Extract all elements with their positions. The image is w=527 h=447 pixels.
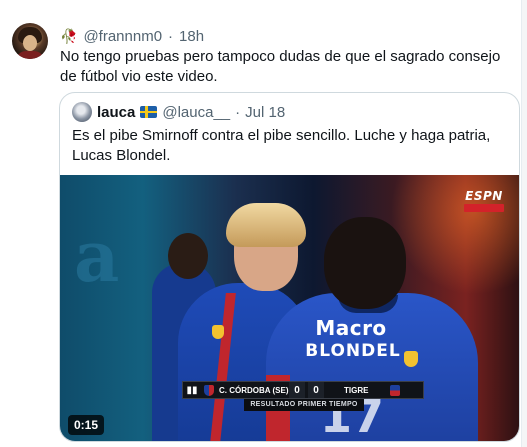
sweden-flag-icon — [140, 106, 158, 118]
avatar-face — [23, 35, 37, 51]
quoted-avatar — [72, 102, 92, 122]
home-score: 0 — [289, 382, 305, 398]
avatar[interactable] — [12, 23, 48, 59]
background-player-head — [168, 233, 208, 279]
home-crest-icon — [204, 384, 214, 396]
quoted-tweet-header: lauca @lauca__ · Jul 18 — [72, 102, 286, 122]
video-player[interactable]: a Macro BLONDEL 17 ESPN ▮▮ C. CÓRDOBA (S… — [60, 175, 519, 441]
away-score: 0 — [308, 382, 324, 398]
scoreboard-period: RESULTADO PRIMER TIEMPO — [244, 399, 364, 411]
stadium-background-text: a — [74, 215, 120, 298]
jersey-sponsor: Macro — [315, 316, 387, 340]
separator-dot: · — [168, 27, 174, 45]
tweet-header: 🥀 @frannnm0 · 18h — [60, 27, 204, 45]
column-divider — [521, 0, 522, 447]
scoreboard-row: ▮▮ C. CÓRDOBA (SE) 0 0 TIGRE — [182, 381, 424, 399]
wilted-flower-icon: 🥀 — [60, 28, 78, 44]
broadcaster-badge — [464, 204, 504, 212]
timeline-panel: 🥀 @frannnm0 · 18h No tengo pruebas pero … — [0, 0, 521, 447]
broadcaster-name: ESPN — [465, 189, 503, 203]
away-team: TIGRE — [344, 385, 369, 395]
home-team: C. CÓRDOBA (SE) — [219, 385, 289, 395]
tweet-handle[interactable]: @frannnm0 — [83, 28, 162, 45]
tweet-text: No tengo pruebas pero tampoco dudas de q… — [60, 48, 501, 85]
blondel-player-head — [324, 217, 406, 309]
club-crest — [404, 351, 418, 367]
quoted-tweet[interactable]: lauca @lauca__ · Jul 18 Es el pibe Smirn… — [59, 92, 520, 442]
espn-logo: ESPN — [464, 189, 504, 212]
club-crest — [212, 325, 224, 339]
separator-dot: · — [235, 103, 241, 121]
league-logo-icon: ▮▮ — [186, 384, 198, 396]
quoted-date: Jul 18 — [245, 103, 286, 121]
blond-player-hair — [226, 203, 306, 247]
quoted-display-name: lauca — [97, 103, 136, 121]
scoreboard: ▮▮ C. CÓRDOBA (SE) 0 0 TIGRE RESULTADO P… — [182, 381, 424, 413]
quoted-handle: @lauca__ — [162, 103, 231, 121]
quoted-tweet-text: Es el pibe Smirnoff contra el pibe senci… — [72, 127, 491, 164]
away-crest-icon — [390, 384, 400, 396]
tweet-time[interactable]: 18h — [179, 28, 204, 45]
video-duration: 0:15 — [68, 415, 105, 435]
avatar-shirt — [16, 51, 44, 59]
